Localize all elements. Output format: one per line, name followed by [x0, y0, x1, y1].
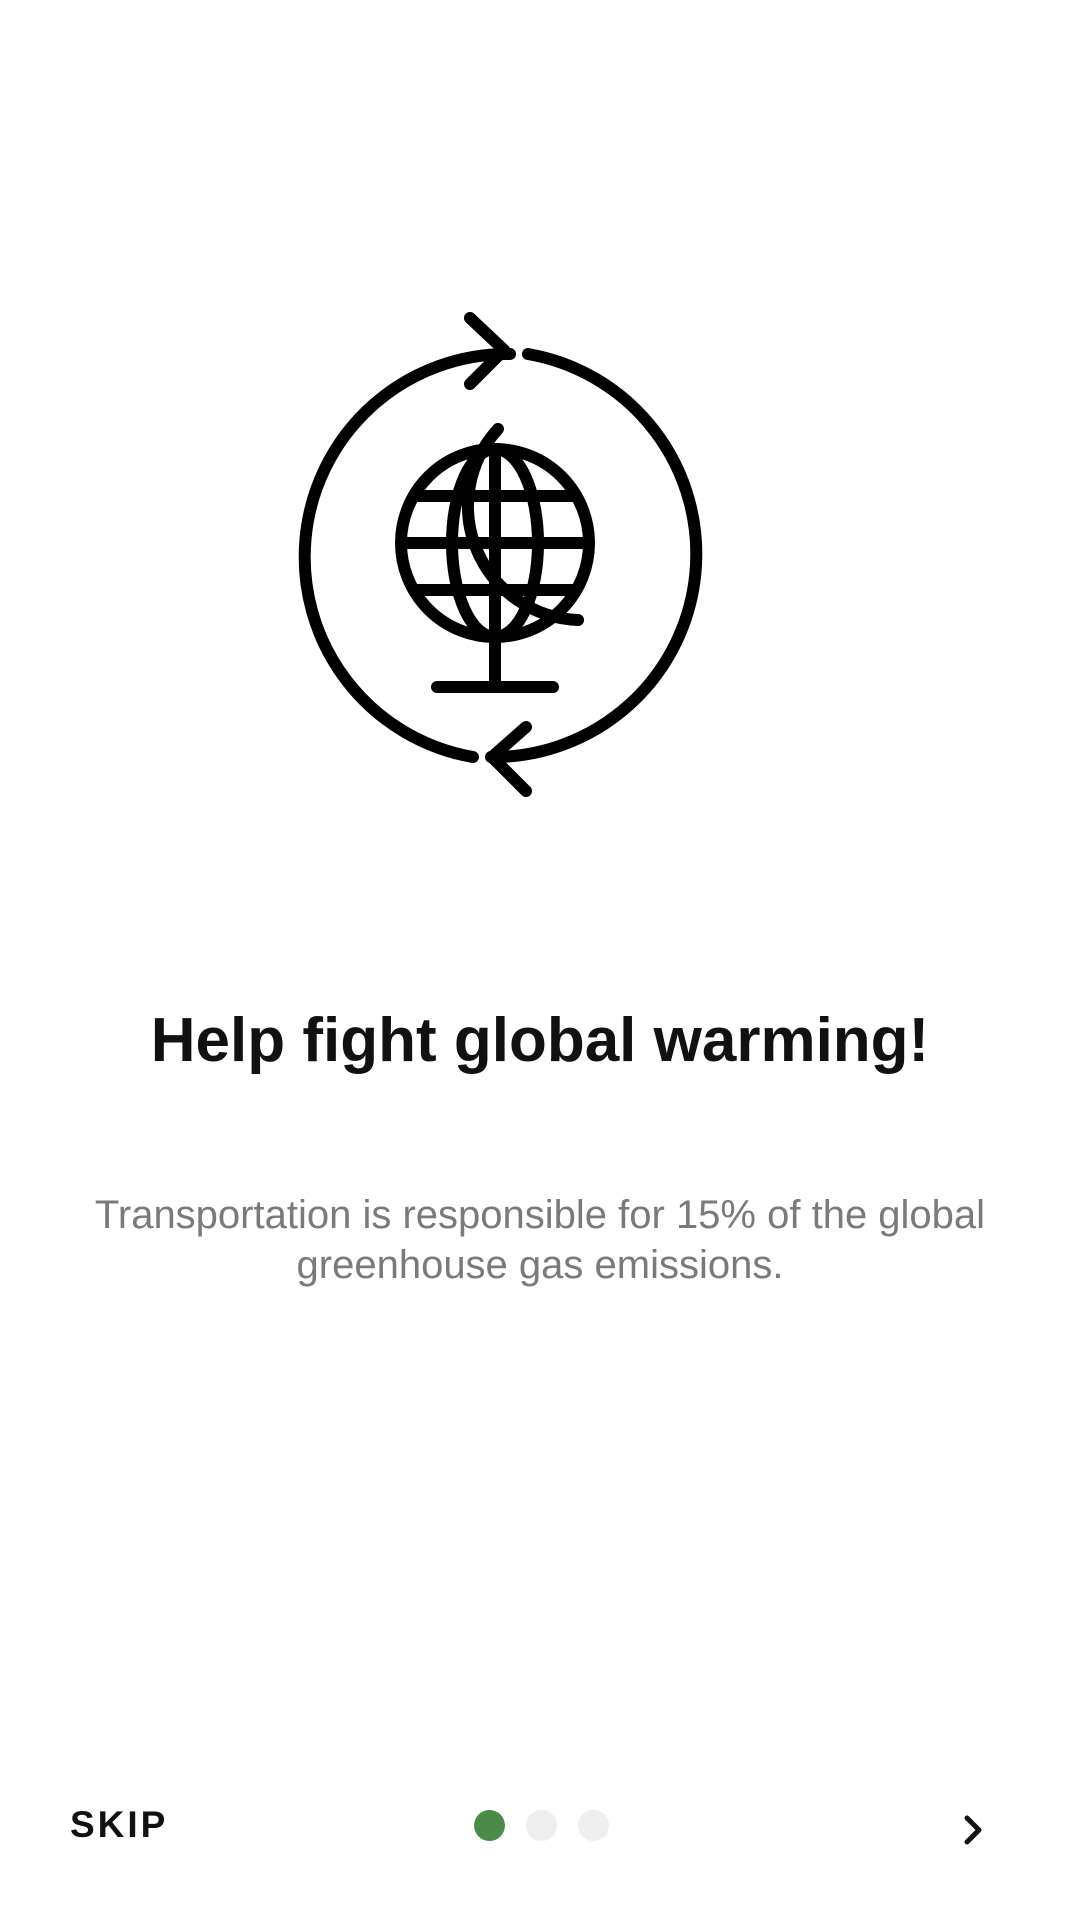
page-dot-2[interactable]	[526, 1810, 557, 1841]
onboarding-description: Transportation is responsible for 15% of…	[94, 1193, 986, 1287]
skip-button[interactable]: SKIP	[70, 1804, 168, 1846]
chevron-right-icon	[964, 1815, 982, 1845]
page-indicator	[474, 1810, 609, 1841]
next-button[interactable]	[945, 1802, 1001, 1858]
onboarding-navigation-bar: SKIP	[0, 1790, 1080, 1870]
page-dot-3[interactable]	[578, 1810, 609, 1841]
page-dot-1-active[interactable]	[474, 1810, 505, 1841]
illustration	[0, 300, 1080, 820]
globe-rotation-arrows-icon	[298, 312, 703, 797]
onboarding-title: Help fight global warming!	[150, 1006, 930, 1075]
